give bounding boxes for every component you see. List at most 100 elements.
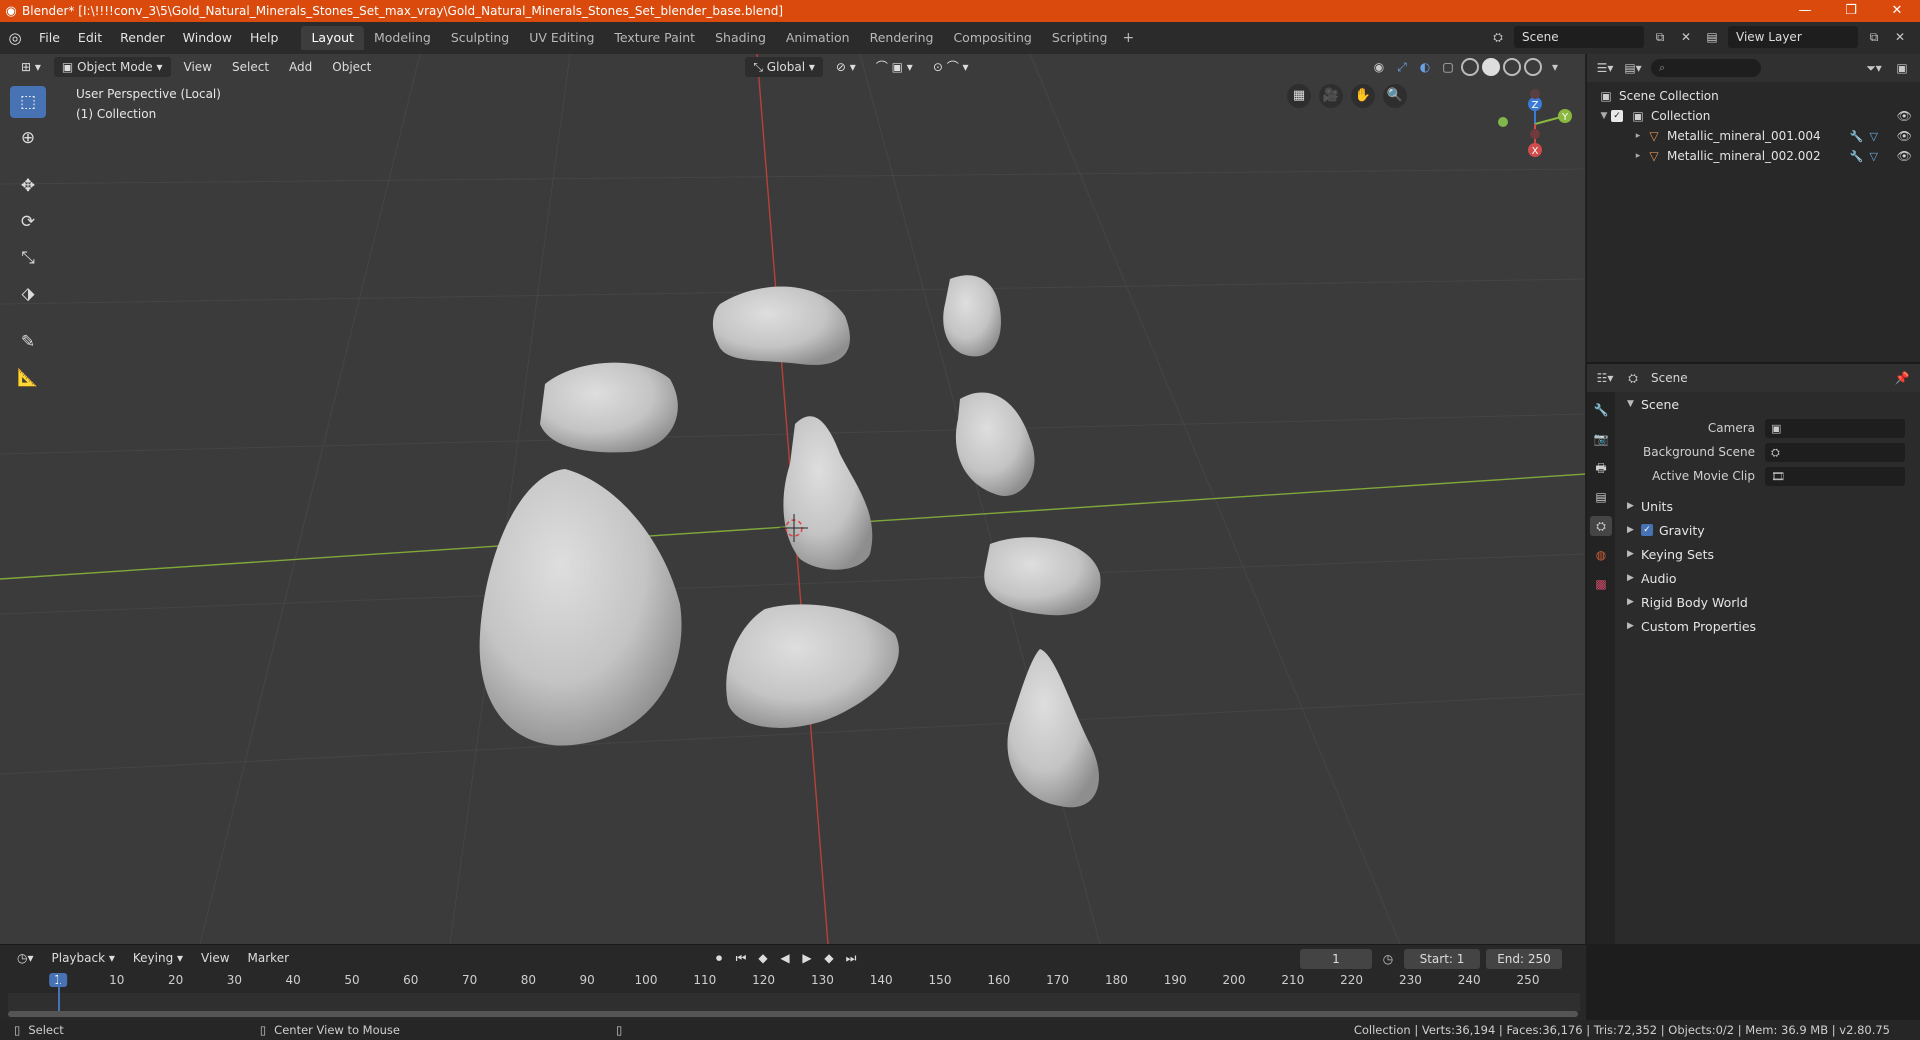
rotate-tool-icon[interactable]: ⟳ — [10, 206, 46, 238]
menu-playback[interactable]: Playback ▾ — [45, 948, 122, 968]
tab-modeling[interactable]: Modeling — [364, 26, 441, 50]
maximize-button[interactable]: ❐ — [1828, 0, 1874, 22]
blender-menu-icon[interactable]: ◎ — [0, 29, 30, 47]
scene-tab-icon[interactable]: ⛭ — [1590, 516, 1612, 536]
scene-selector[interactable]: Scene — [1514, 26, 1644, 48]
tab-uv-editing[interactable]: UV Editing — [519, 26, 604, 50]
tab-layout[interactable]: Layout — [301, 26, 364, 50]
camera-view-icon[interactable]: 🎥 — [1319, 84, 1343, 108]
rigid-body-world-section[interactable]: ▶ Rigid Body World — [1617, 590, 1920, 614]
remove-view-layer-icon[interactable]: ✕ — [1890, 26, 1910, 48]
outliner-editor-icon[interactable]: ☰▾ — [1595, 57, 1615, 79]
editor-type-icon[interactable]: ⊞ ▾ — [14, 57, 48, 77]
timeline-track[interactable] — [8, 973, 1580, 1013]
visibility-icon[interactable]: ◉ — [1369, 56, 1389, 78]
jump-start-icon[interactable]: ⏮ — [732, 948, 750, 968]
solid-shading-button[interactable] — [1482, 58, 1500, 76]
mineral-stone-8[interactable] — [726, 604, 899, 728]
zoom-icon[interactable]: 🔍 — [1383, 84, 1407, 108]
gravity-section[interactable]: ▶ ✓ Gravity — [1617, 518, 1920, 542]
shading-options-icon[interactable]: ▾ — [1545, 56, 1565, 78]
next-keyframe-icon[interactable]: ◆ — [820, 948, 838, 968]
render-tab-icon[interactable]: 📷 — [1590, 429, 1612, 449]
tab-rendering[interactable]: Rendering — [860, 26, 944, 50]
properties-editor-icon[interactable]: ☷▾ — [1595, 367, 1615, 389]
new-view-layer-icon[interactable]: ⧉ — [1864, 26, 1884, 48]
end-frame-field[interactable]: End: 250 — [1486, 949, 1562, 969]
mineral-stone-7[interactable] — [984, 537, 1101, 616]
pan-hand-icon[interactable]: ✋ — [1351, 84, 1375, 108]
audio-section[interactable]: ▶ Audio — [1617, 566, 1920, 590]
wireframe-shading-button[interactable] — [1461, 58, 1479, 76]
new-collection-icon[interactable]: ▣ — [1892, 57, 1912, 79]
menu-marker[interactable]: Marker — [241, 948, 296, 968]
material-shading-button[interactable] — [1503, 58, 1521, 76]
prev-keyframe-icon[interactable]: ◆ — [754, 948, 772, 968]
clock-icon[interactable]: ◷ — [1378, 948, 1398, 970]
mineral-stone-4[interactable] — [783, 416, 873, 570]
expand-arrow-icon[interactable]: ▸ — [1631, 131, 1645, 141]
outliner-search-input[interactable]: ⌕ — [1651, 59, 1761, 77]
annotate-tool-icon[interactable]: ✎ — [10, 326, 46, 358]
view-layer-tab-icon[interactable]: ▤ — [1590, 487, 1612, 507]
view-layer-selector[interactable]: View Layer — [1728, 26, 1858, 48]
background-scene-field[interactable]: ⛭ — [1765, 442, 1905, 462]
units-section[interactable]: ▶ Units — [1617, 494, 1920, 518]
menu-timeline-view[interactable]: View — [194, 948, 236, 968]
camera-field[interactable]: ▣ — [1765, 418, 1905, 438]
scene-section-header[interactable]: ▼ Scene — [1617, 392, 1920, 416]
filter-icon[interactable]: ⏷▾ — [1864, 57, 1884, 79]
modifier-icons[interactable]: 🔧▽ — [1850, 130, 1884, 143]
measure-tool-icon[interactable]: 📐 — [10, 362, 46, 394]
add-workspace-button[interactable]: + — [1117, 26, 1139, 50]
eye-icon[interactable]: 👁 — [1897, 149, 1912, 163]
select-box-tool-icon[interactable]: ⬚ — [10, 86, 46, 118]
gravity-checkbox[interactable]: ✓ — [1641, 524, 1653, 536]
view-layer-icon[interactable]: ▤ — [1702, 26, 1722, 48]
eye-icon[interactable]: 👁 — [1897, 109, 1912, 123]
collection-checkbox[interactable]: ✓ — [1611, 110, 1623, 122]
move-tool-icon[interactable]: ✥ — [10, 170, 46, 202]
menu-edit[interactable]: Edit — [69, 27, 111, 49]
toggle-grid-icon[interactable]: ▦ — [1287, 84, 1311, 108]
overlays-icon[interactable]: ◐ — [1415, 56, 1435, 78]
mineral-stone-1[interactable] — [712, 286, 850, 365]
mineral-stone-3[interactable] — [540, 362, 678, 453]
gizmo-toggle-icon[interactable]: ⤢ — [1392, 56, 1412, 78]
outliner-scene-collection[interactable]: ▣ Scene Collection — [1587, 86, 1920, 106]
outliner-collection[interactable]: ▼ ✓ ▣ Collection 👁 — [1587, 106, 1920, 126]
transform-orientation-dropdown[interactable]: ⤡ Global ▾ — [745, 57, 823, 77]
record-button[interactable]: ⏺ — [710, 948, 728, 968]
mineral-stone-2[interactable] — [943, 275, 1001, 357]
eye-icon[interactable]: 👁 — [1897, 129, 1912, 143]
tab-shading[interactable]: Shading — [705, 26, 776, 50]
expand-arrow-icon[interactable]: ▸ — [1631, 151, 1645, 161]
outliner-item[interactable]: ▸ ▽ Metallic_mineral_002.002 🔧▽ 👁 — [1587, 146, 1920, 166]
menu-render[interactable]: Render — [111, 27, 174, 49]
menu-help[interactable]: Help — [241, 27, 288, 49]
frame-ruler[interactable]: 1102030405060708090100110120130140150160… — [8, 973, 1580, 991]
snap-icon[interactable]: ⌒ ▣ ▾ — [869, 57, 920, 77]
current-frame-field[interactable]: 1 — [1300, 949, 1372, 969]
proportional-edit-icon[interactable]: ⊙ ⌒ ▾ — [926, 57, 976, 77]
navigation-gizmo[interactable]: Z Y X — [1498, 89, 1572, 157]
remove-scene-icon[interactable]: ✕ — [1676, 26, 1696, 48]
menu-select[interactable]: Select — [225, 57, 276, 77]
play-reverse-icon[interactable]: ◀ — [776, 948, 794, 968]
timeline-editor-icon[interactable]: ◷▾ — [10, 948, 41, 968]
tab-scripting[interactable]: Scripting — [1042, 26, 1118, 50]
minimize-button[interactable]: — — [1782, 0, 1828, 22]
mineral-stone-5[interactable] — [955, 392, 1035, 496]
world-tab-icon[interactable]: ◍ — [1590, 545, 1612, 565]
tab-texture-paint[interactable]: Texture Paint — [604, 26, 705, 50]
mode-dropdown[interactable]: ▣ Object Mode ▾ — [53, 57, 171, 77]
texture-tab-icon[interactable]: ▩ — [1590, 574, 1612, 594]
pivot-point-icon[interactable]: ⊘ ▾ — [829, 57, 863, 77]
outliner-item[interactable]: ▸ ▽ Metallic_mineral_001.004 🔧▽ 👁 — [1587, 126, 1920, 146]
expand-arrow-icon[interactable]: ▼ — [1597, 111, 1611, 121]
menu-add[interactable]: Add — [282, 57, 319, 77]
3d-viewport[interactable]: Z Y X ⊞ ▾ ▣ Object Mode ▾ View Select Ad… — [0, 54, 1586, 944]
menu-window[interactable]: Window — [174, 27, 241, 49]
cursor-tool-icon[interactable]: ⊕ — [10, 122, 46, 154]
mineral-stone-9[interactable] — [1007, 649, 1099, 808]
